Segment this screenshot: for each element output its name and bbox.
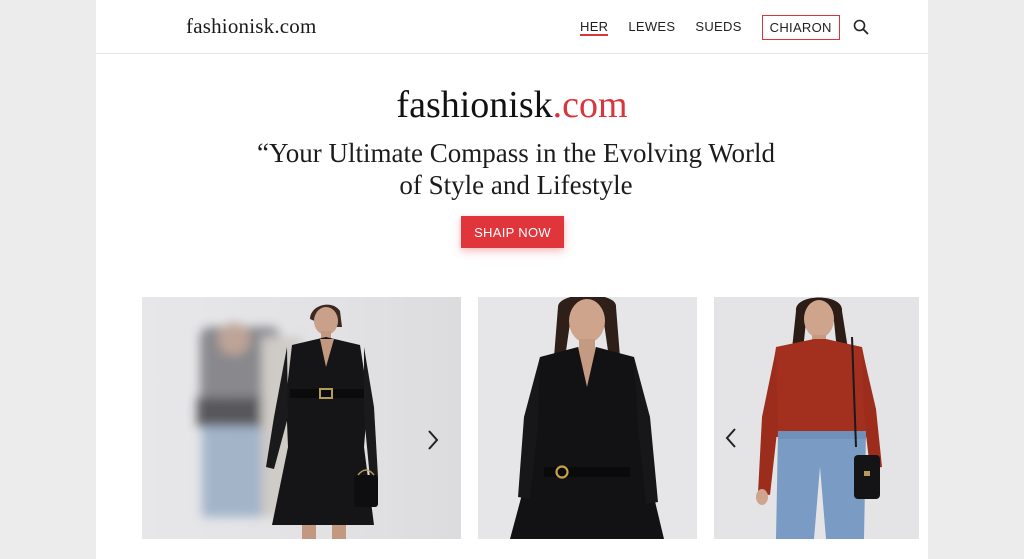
hero-brand-tld: .com [552,84,628,126]
model-black-wrap-dress-illustration [197,304,378,539]
product-image-3[interactable] [714,297,919,539]
hero-brand-title: fashionisk.com [96,83,928,127]
page: fashionisk.com HER LEWES SUEDS CHIARON f… [96,0,928,559]
hero-brand-name: fashionisk [396,84,553,126]
search-icon[interactable] [852,18,870,36]
top-navigation-bar: fashionisk.com HER LEWES SUEDS CHIARON [96,0,928,54]
hero-tagline: “Your Ultimate Compass in the Evolving W… [256,138,776,200]
nav-item-chiaron[interactable]: CHIARON [761,14,840,40]
chevron-right-icon[interactable] [426,429,448,459]
chevron-left-icon[interactable] [724,427,746,457]
product-image-1[interactable] [142,297,461,539]
site-logo[interactable]: fashionisk.com [186,14,317,39]
shop-now-button[interactable]: SHAIP NOW [461,216,564,248]
model-red-sweater-jeans-illustration [756,297,882,539]
nav-item-sueds[interactable]: SUEDS [695,19,741,36]
main-nav: HER LEWES SUEDS CHIARON [580,14,870,40]
product-image-2[interactable] [478,297,697,539]
nav-item-lewes[interactable]: LEWES [628,19,675,36]
nav-item-her[interactable]: HER [580,19,609,36]
model-black-shirt-dress-illustration [510,297,664,539]
